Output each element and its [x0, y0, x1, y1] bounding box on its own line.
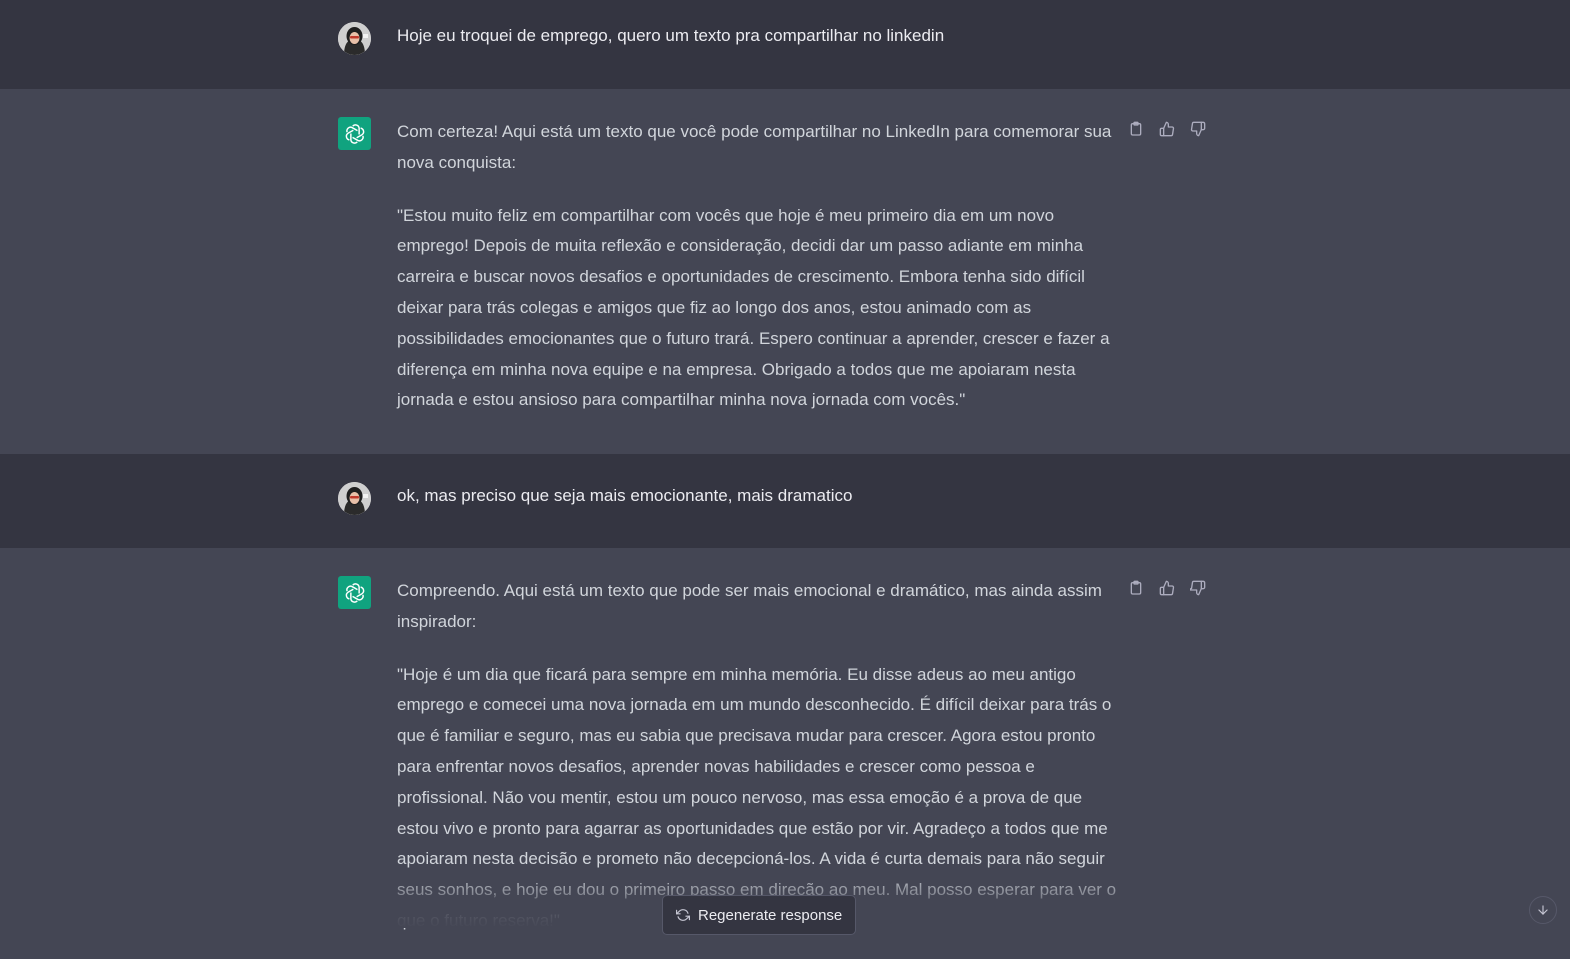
thumbs-up-icon — [1159, 121, 1175, 137]
thumbs-up-icon — [1159, 580, 1175, 596]
chatgpt-logo-icon — [345, 123, 364, 144]
assistant-body: "Estou muito feliz em compartilhar com v… — [397, 205, 1110, 410]
copy-button[interactable] — [1127, 579, 1145, 597]
scroll-to-bottom-button[interactable] — [1529, 896, 1557, 924]
thumbs-up-button[interactable] — [1158, 579, 1176, 597]
message-actions — [1127, 579, 1207, 597]
clipboard-icon — [1130, 121, 1142, 136]
message-actions — [1127, 120, 1207, 138]
assistant-avatar — [338, 117, 371, 150]
thumbs-down-icon — [1190, 121, 1206, 137]
copy-button[interactable] — [1127, 120, 1145, 138]
thumbs-down-icon — [1190, 580, 1206, 596]
user-message-row: ok, mas preciso que seja mais emocionant… — [0, 454, 1570, 549]
assistant-intro: Com certeza! Aqui está um texto que você… — [397, 122, 1112, 172]
assistant-message-row: Compreendo. Aqui está um texto que pode … — [0, 548, 1570, 930]
chatgpt-logo-icon — [345, 582, 364, 603]
user-avatar — [338, 482, 371, 515]
user-message-text: Hoje eu troquei de emprego, quero um tex… — [397, 26, 945, 45]
clipboard-icon — [1130, 580, 1142, 595]
regenerate-label: Regenerate response — [698, 906, 843, 924]
thumbs-down-button[interactable] — [1189, 120, 1207, 138]
assistant-message-text: Com certeza! Aqui está um texto que você… — [397, 117, 1117, 438]
assistant-intro: Compreendo. Aqui está um texto que pode … — [397, 581, 1102, 631]
thumbs-up-button[interactable] — [1158, 120, 1176, 138]
arrow-down-icon — [1538, 905, 1548, 915]
assistant-message-row: Com certeza! Aqui está um texto que você… — [0, 89, 1570, 455]
regenerate-response-button[interactable]: Regenerate response — [662, 895, 856, 935]
user-avatar — [338, 22, 371, 55]
assistant-avatar — [338, 576, 371, 609]
user-message-row: Hoje eu troquei de emprego, quero um tex… — [0, 0, 1570, 90]
refresh-icon — [676, 909, 690, 921]
user-message-text: ok, mas preciso que seja mais emocionant… — [397, 486, 853, 505]
thumbs-down-button[interactable] — [1189, 579, 1207, 597]
